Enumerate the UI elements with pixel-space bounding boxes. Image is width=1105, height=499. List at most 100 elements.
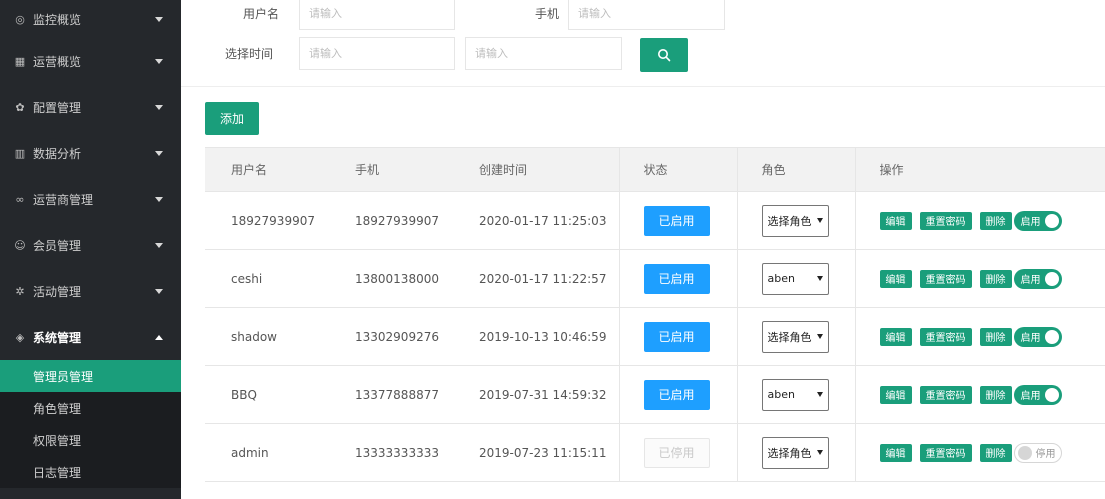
header-role: 角色 <box>736 147 855 192</box>
role-select[interactable]: aben <box>761 262 829 295</box>
enable-toggle[interactable]: 启用 <box>1013 326 1062 347</box>
add-button[interactable]: 添加 <box>205 102 259 135</box>
cell-phone: 13800138000 <box>329 249 453 308</box>
cell-role: 选择角色 <box>736 423 855 482</box>
reset-password-button[interactable]: 重置密码 <box>919 327 972 346</box>
nav-data-analysis[interactable]: ▥ 数据分析 <box>0 130 181 176</box>
table-row: ceshi 13800138000 2020-01-17 11:22:57 已启用 ab… <box>205 249 1105 308</box>
nav-label: 系统管理 <box>33 330 82 345</box>
status-button[interactable]: 已启用 <box>643 321 710 352</box>
table-row: admin 13333333333 2019-07-23 11:15:11 已停用 选择… <box>205 423 1105 482</box>
delete-button[interactable]: 删除 <box>979 385 1012 404</box>
cell-role: aben <box>736 249 855 308</box>
cell-actions: 编辑 重置密码 删除 启用 <box>854 191 1105 250</box>
edit-button[interactable]: 编辑 <box>879 443 912 462</box>
row-actions: 编辑 重置密码 删除 启用 <box>879 268 1105 289</box>
nav-config-management[interactable]: ✿ 配置管理 <box>0 84 181 130</box>
edit-button[interactable]: 编辑 <box>879 269 912 288</box>
toggle-knob <box>1017 445 1032 460</box>
toggle-label: 启用 <box>1020 217 1041 228</box>
filter-area: 用户名 手机 选择时间 <box>181 0 1105 87</box>
edit-button[interactable]: 编辑 <box>879 327 912 346</box>
reset-password-button[interactable]: 重置密码 <box>919 385 972 404</box>
nav-system-management[interactable]: ◈ 系统管理 <box>0 314 181 360</box>
nav-member-management[interactable]: ☺ 会员管理 <box>0 222 181 268</box>
role-select-value: 选择角色 <box>767 446 812 460</box>
cell-username: BBQ <box>205 365 329 424</box>
toggle-knob <box>1044 271 1059 286</box>
dropdown-caret-icon <box>816 276 823 281</box>
admin-table: 用户名 手机 创建时间 状态 角色 操作 18927939907 18927939… <box>205 147 1105 482</box>
reset-password-button[interactable]: 重置密码 <box>919 443 972 462</box>
nav-carrier-management[interactable]: ∞ 运营商管理 <box>0 176 181 222</box>
nav-monitor-overview[interactable]: ◎ 监控概览 <box>0 0 181 38</box>
table-row: BBQ 13377888877 2019-07-31 14:59:32 已启用 aben… <box>205 365 1105 424</box>
enable-toggle[interactable]: 启用 <box>1013 210 1062 231</box>
cell-role: 选择角色 <box>736 191 855 250</box>
nav-activity-management[interactable]: ✲ 活动管理 <box>0 268 181 314</box>
role-select[interactable]: aben <box>761 378 829 411</box>
status-button[interactable]: 已启用 <box>643 379 710 410</box>
cell-actions: 编辑 重置密码 删除 停用 <box>854 423 1105 482</box>
time-end-input[interactable] <box>465 37 622 70</box>
operations-icon: ▦ <box>14 54 26 68</box>
delete-button[interactable]: 删除 <box>979 327 1012 346</box>
time-start-input[interactable] <box>299 37 455 70</box>
search-button[interactable] <box>640 38 688 72</box>
cell-username: shadow <box>205 307 329 366</box>
cell-status: 已启用 <box>618 191 737 250</box>
subnav-role-management[interactable]: 角色管理 <box>0 392 181 424</box>
delete-button[interactable]: 删除 <box>979 211 1012 230</box>
role-select[interactable]: 选择角色 <box>761 320 829 353</box>
member-icon: ☺ <box>14 238 26 252</box>
dropdown-caret-icon <box>816 218 823 223</box>
nav-operations-overview[interactable]: ▦ 运营概览 <box>0 38 181 84</box>
chevron-down-icon <box>155 288 163 294</box>
username-filter-label: 用户名 <box>243 7 280 21</box>
toggle-label: 启用 <box>1020 275 1041 286</box>
monitor-icon: ◎ <box>15 12 25 26</box>
status-button[interactable]: 已停用 <box>643 437 710 468</box>
reset-password-button[interactable]: 重置密码 <box>919 269 972 288</box>
cell-created-time: 2019-07-31 14:59:32 <box>453 365 619 424</box>
role-select-value: aben <box>767 272 795 285</box>
role-select-value: 选择角色 <box>767 330 812 344</box>
chevron-down-icon <box>155 16 163 22</box>
edit-button[interactable]: 编辑 <box>879 385 912 404</box>
chevron-down-icon <box>155 150 163 156</box>
cell-username: ceshi <box>205 249 329 308</box>
nav-label: 运营商管理 <box>33 192 94 207</box>
cell-role: aben <box>736 365 855 424</box>
status-button[interactable]: 已启用 <box>643 205 710 236</box>
chevron-down-icon <box>155 58 163 64</box>
main-content: 用户名 手机 选择时间 添加 用户名 手机 创建时间 状态 角色 操 <box>181 0 1105 499</box>
cell-actions: 编辑 重置密码 删除 启用 <box>854 307 1105 366</box>
subnav-permission-management[interactable]: 权限管理 <box>0 424 181 456</box>
phone-filter-input[interactable] <box>568 0 725 30</box>
toggle-label: 启用 <box>1020 391 1041 402</box>
subnav-log-management[interactable]: 日志管理 <box>0 456 181 488</box>
cell-created-time: 2020-01-17 11:22:57 <box>453 249 619 308</box>
row-actions: 编辑 重置密码 删除 启用 <box>879 210 1105 231</box>
data-icon: ▥ <box>14 146 26 160</box>
enable-toggle[interactable]: 停用 <box>1013 442 1062 463</box>
role-select[interactable]: 选择角色 <box>761 436 829 469</box>
header-created: 创建时间 <box>453 147 619 192</box>
username-filter-input[interactable] <box>299 0 455 30</box>
system-icon: ◈ <box>15 330 25 344</box>
reset-password-button[interactable]: 重置密码 <box>919 211 972 230</box>
subnav-admin-management[interactable]: 管理员管理 <box>0 360 181 392</box>
enable-toggle[interactable]: 启用 <box>1013 268 1062 289</box>
enable-toggle[interactable]: 启用 <box>1013 384 1062 405</box>
role-select[interactable]: 选择角色 <box>761 204 829 237</box>
edit-button[interactable]: 编辑 <box>879 211 912 230</box>
table-row: shadow 13302909276 2019-10-13 10:46:59 已启用 选… <box>205 307 1105 366</box>
search-icon <box>658 49 671 62</box>
row-actions: 编辑 重置密码 删除 停用 <box>879 442 1105 463</box>
status-button[interactable]: 已启用 <box>643 263 710 294</box>
chevron-down-icon <box>155 196 163 202</box>
delete-button[interactable]: 删除 <box>979 443 1012 462</box>
delete-button[interactable]: 删除 <box>979 269 1012 288</box>
sidebar: ◎ 监控概览 ▦ 运营概览 ✿ 配置管理 ▥ 数据分析 ∞ 运营商管理 ☺ 会员… <box>0 0 181 499</box>
dropdown-caret-icon <box>816 392 823 397</box>
